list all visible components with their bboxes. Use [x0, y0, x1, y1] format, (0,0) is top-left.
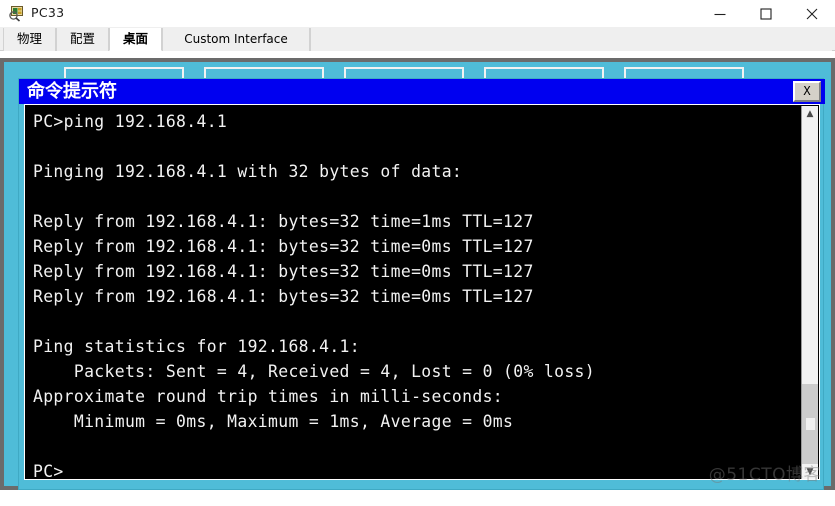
tab-physical[interactable]: 物理 — [3, 28, 56, 51]
pc-magnifier-icon — [8, 5, 25, 22]
window-bottom-edge — [0, 490, 835, 506]
terminal-text: PC>ping 192.168.4.1 Pinging 192.168.4.1 … — [33, 112, 595, 480]
desktop-panel: 命令提示符 X PC>ping 192.168.4.1 Pinging 192.… — [0, 58, 835, 490]
tab-content-top-edge — [0, 51, 835, 58]
command-prompt-window: 命令提示符 X PC>ping 192.168.4.1 Pinging 192.… — [18, 78, 825, 490]
chevron-down-icon: ▼ — [806, 467, 814, 477]
tab-bar: 物理 配置 桌面 Custom Interface — [0, 27, 835, 51]
close-button[interactable] — [789, 0, 835, 27]
window-title: PC33 — [31, 5, 65, 20]
scroll-up-button[interactable]: ▲ — [802, 106, 818, 122]
scroll-down-button[interactable]: ▼ — [802, 464, 818, 479]
terminal-output-area[interactable]: PC>ping 192.168.4.1 Pinging 192.168.4.1 … — [24, 104, 820, 480]
title-bar: PC33 — [0, 0, 835, 27]
tab-config[interactable]: 配置 — [56, 28, 109, 51]
chevron-up-icon: ▲ — [806, 109, 814, 119]
command-prompt-close-button[interactable]: X — [793, 81, 821, 102]
tab-custom-interface[interactable]: Custom Interface — [162, 28, 310, 51]
close-icon — [806, 8, 818, 19]
scrollbar-thumb[interactable] — [802, 384, 818, 464]
terminal-scrollbar[interactable]: ▲ ▼ — [801, 106, 818, 479]
command-prompt-titlebar[interactable]: 命令提示符 X — [19, 79, 825, 104]
minimize-icon — [714, 13, 726, 15]
maximize-icon — [760, 7, 772, 20]
tab-strip-filler — [310, 28, 832, 51]
scrollbar-grip-icon — [806, 418, 815, 430]
tab-desktop[interactable]: 桌面 — [109, 28, 162, 51]
pc-device-window: PC33 物理 配置 桌面 Custom Interface 命令提示符 X P… — [0, 0, 835, 506]
maximize-button[interactable] — [743, 0, 789, 27]
command-prompt-title: 命令提示符 — [27, 81, 117, 102]
minimize-button[interactable] — [697, 0, 743, 27]
